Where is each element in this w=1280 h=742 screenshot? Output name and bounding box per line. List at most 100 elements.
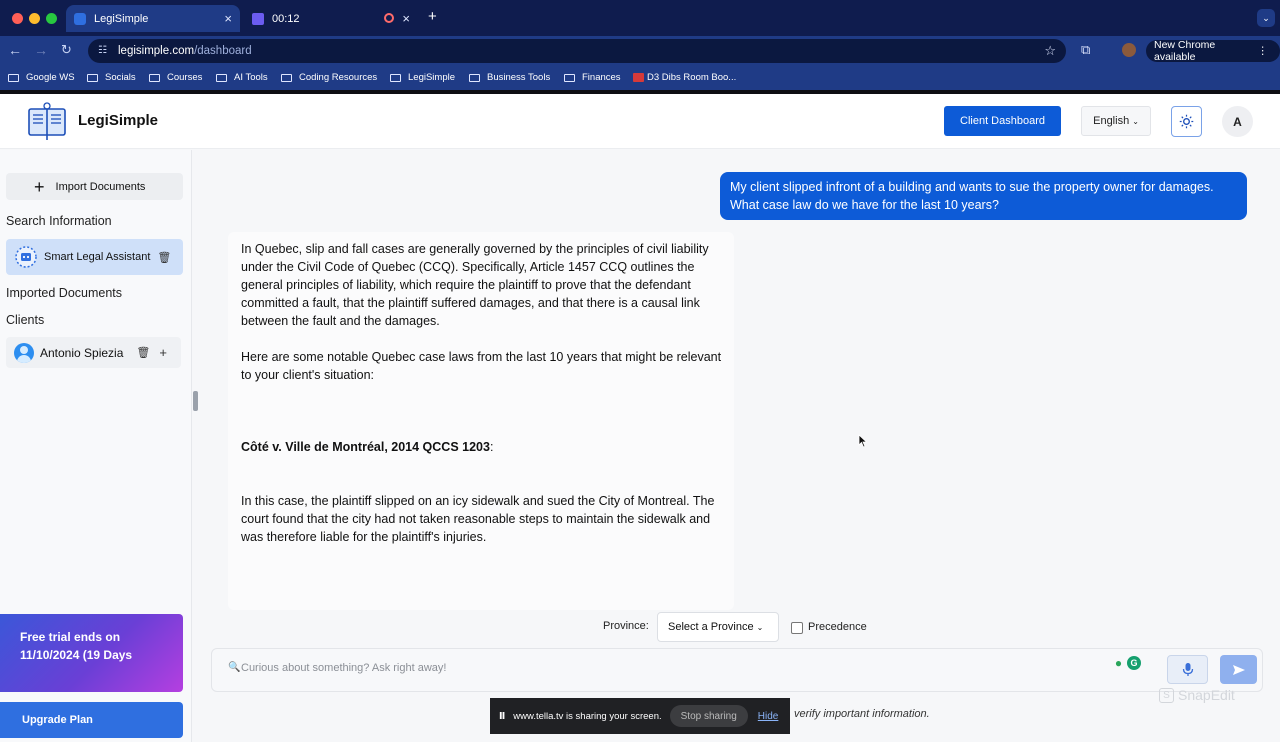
send-button[interactable] <box>1220 655 1257 684</box>
imported-documents-link[interactable]: Imported Documents <box>6 286 122 300</box>
bookmark-socials[interactable]: Socials <box>87 72 136 83</box>
location-pin-icon[interactable]: ● <box>1113 656 1124 670</box>
bookmark-label: Coding Resources <box>299 72 378 83</box>
smart-legal-assistant-item[interactable]: Smart Legal Assistant 🗑 <box>6 239 183 275</box>
window-minimize-button[interactable] <box>29 13 40 24</box>
assistant-lead-paragraph: Here are some notable Quebec case laws f… <box>241 350 722 382</box>
url-path: /dashboard <box>194 45 252 57</box>
sidebar-resize-handle[interactable] <box>193 391 198 411</box>
stop-sharing-button[interactable]: Stop sharing <box>669 705 748 727</box>
reload-icon[interactable]: ↻ <box>61 42 72 58</box>
watermark: S SnapEdit <box>1159 687 1235 703</box>
folder-icon <box>149 73 160 82</box>
bookmark-star-icon[interactable]: ☆ <box>1044 43 1056 59</box>
client-dashboard-button[interactable]: Client Dashboard <box>944 106 1061 136</box>
upgrade-plan-label: Upgrade Plan <box>22 714 93 726</box>
case-title: Côté v. Ville de Montréal, 2014 QCCS 120… <box>241 440 490 454</box>
theme-toggle-button[interactable] <box>1171 106 1202 137</box>
mouse-cursor-icon <box>858 434 868 448</box>
bookmark-finances[interactable]: Finances <box>564 72 621 83</box>
new-chrome-label: New Chrome available <box>1154 39 1216 63</box>
tab-timer[interactable]: 00:12 × <box>244 5 418 32</box>
bookmark-coding-resources[interactable]: Coding Resources <box>281 72 377 83</box>
back-icon[interactable]: ← <box>8 42 22 58</box>
disclaimer-text: verify important information. <box>794 708 930 720</box>
trial-line-2: 11/10/2024 (19 Days <box>20 648 133 662</box>
extensions-icon[interactable]: ⧉ <box>1081 42 1090 58</box>
site-settings-icon[interactable]: ☷ <box>98 45 110 57</box>
import-documents-label: Import Documents <box>55 180 146 193</box>
client-item[interactable]: Antonio Spiezia 🗑 + <box>6 337 181 368</box>
add-icon[interactable]: + <box>159 345 167 360</box>
precedence-checkbox[interactable] <box>791 622 803 634</box>
trial-banner: Free trial ends on 11/10/2024 (19 Days <box>0 614 183 692</box>
province-select[interactable]: Select a Province ⌄ <box>657 612 779 642</box>
legisimple-logo-icon <box>28 102 66 140</box>
user-avatar[interactable]: A <box>1222 106 1253 137</box>
user-message-text: My client slipped infront of a building … <box>730 180 1214 212</box>
case-heading: Côté v. Ville de Montréal, 2014 QCCS 120… <box>241 438 722 456</box>
window-close-button[interactable] <box>12 13 23 24</box>
folder-icon <box>216 73 227 82</box>
legisimple-favicon-icon <box>74 12 86 25</box>
clients-heading: Clients <box>6 313 45 327</box>
province-value: Select a Province <box>668 621 754 633</box>
chevron-down-icon: ⌄ <box>1132 116 1139 126</box>
import-documents-button[interactable]: + Import Documents <box>6 173 183 200</box>
trash-icon[interactable]: 🗑 <box>157 251 171 264</box>
url-host: legisimple.com <box>118 45 195 57</box>
tab-title: LegiSimple <box>94 12 149 25</box>
share-status-text: www.tella.tv is sharing your screen. <box>513 710 662 722</box>
precedence-label: Precedence <box>808 621 867 633</box>
sidebar: + Import Documents Search Information Sm… <box>0 150 192 742</box>
app-header: LegiSimple Client Dashboard English ⌄ A <box>0 94 1280 149</box>
tab-close-icon[interactable]: × <box>224 11 232 26</box>
folder-icon <box>469 73 480 82</box>
more-menu-icon[interactable]: ⋮ <box>1258 45 1269 57</box>
trial-line-1: Free trial ends on <box>20 630 121 644</box>
tab-search-button[interactable]: ⌄ <box>1257 9 1275 27</box>
search-information-link[interactable]: Search Information <box>6 214 112 228</box>
bookmark-label: Google WS <box>26 72 75 83</box>
tab-close-icon[interactable]: × <box>402 11 410 26</box>
case-colon: : <box>489 440 494 454</box>
grammarly-icon[interactable]: G <box>1127 656 1141 670</box>
ai-chip-icon <box>15 246 37 268</box>
forward-icon[interactable]: → <box>34 42 48 58</box>
folder-icon <box>281 73 292 82</box>
browser-tab-bar: LegiSimple × 00:12 × + ⌄ <box>0 0 1280 36</box>
window-zoom-button[interactable] <box>46 13 57 24</box>
bookmark-business-tools[interactable]: Business Tools <box>469 72 550 83</box>
brand-name: LegiSimple <box>78 112 159 129</box>
chat-input[interactable]: 🔍 Curious about something? Ask right awa… <box>211 648 1263 692</box>
trash-icon[interactable]: 🗑 <box>136 346 150 359</box>
bookmark-label: D3 Dibs Room Boo... <box>647 72 737 83</box>
new-tab-button[interactable]: + <box>428 8 437 25</box>
tab-title: 00:12 <box>272 12 300 25</box>
new-chrome-available-button[interactable]: New Chrome available ⋮ <box>1146 39 1280 63</box>
d3-favicon-icon <box>633 73 644 82</box>
language-select[interactable]: English ⌄ <box>1081 106 1151 136</box>
screen-share-bar: Ⅱ www.tella.tv is sharing your screen. S… <box>490 698 790 734</box>
bookmark-ai-tools[interactable]: AI Tools <box>216 72 268 83</box>
upgrade-plan-button[interactable]: Upgrade Plan <box>0 702 183 738</box>
folder-icon <box>390 73 401 82</box>
bookmark-legisimple[interactable]: LegiSimple <box>390 72 455 83</box>
bookmark-label: Finances <box>582 72 621 83</box>
bookmark-courses[interactable]: Courses <box>149 72 202 83</box>
tab-legisimple[interactable]: LegiSimple × <box>66 5 240 32</box>
bookmark-label: AI Tools <box>234 72 268 83</box>
case-body-paragraph: In this case, the plaintiff slipped on a… <box>241 494 715 544</box>
profile-avatar-icon[interactable] <box>1122 43 1136 57</box>
snapedit-logo-icon: S <box>1159 687 1174 703</box>
chevron-down-icon: ⌄ <box>756 622 764 632</box>
address-bar[interactable]: ☷ legisimple.com/dashboard ☆ <box>88 39 1066 63</box>
bookmark-google-ws[interactable]: Google WS <box>8 72 75 83</box>
recording-icon <box>384 13 394 23</box>
assistant-message-bubble: In Quebec, slip and fall cases are gener… <box>228 232 734 610</box>
bookmarks-bar: Google WS Socials Courses AI Tools Codin… <box>0 66 1280 90</box>
bookmark-d3-dibs[interactable]: D3 Dibs Room Boo... <box>633 72 736 83</box>
microphone-button[interactable] <box>1167 655 1208 684</box>
hide-link[interactable]: Hide <box>758 711 779 722</box>
bookmark-label: Courses <box>167 72 203 83</box>
